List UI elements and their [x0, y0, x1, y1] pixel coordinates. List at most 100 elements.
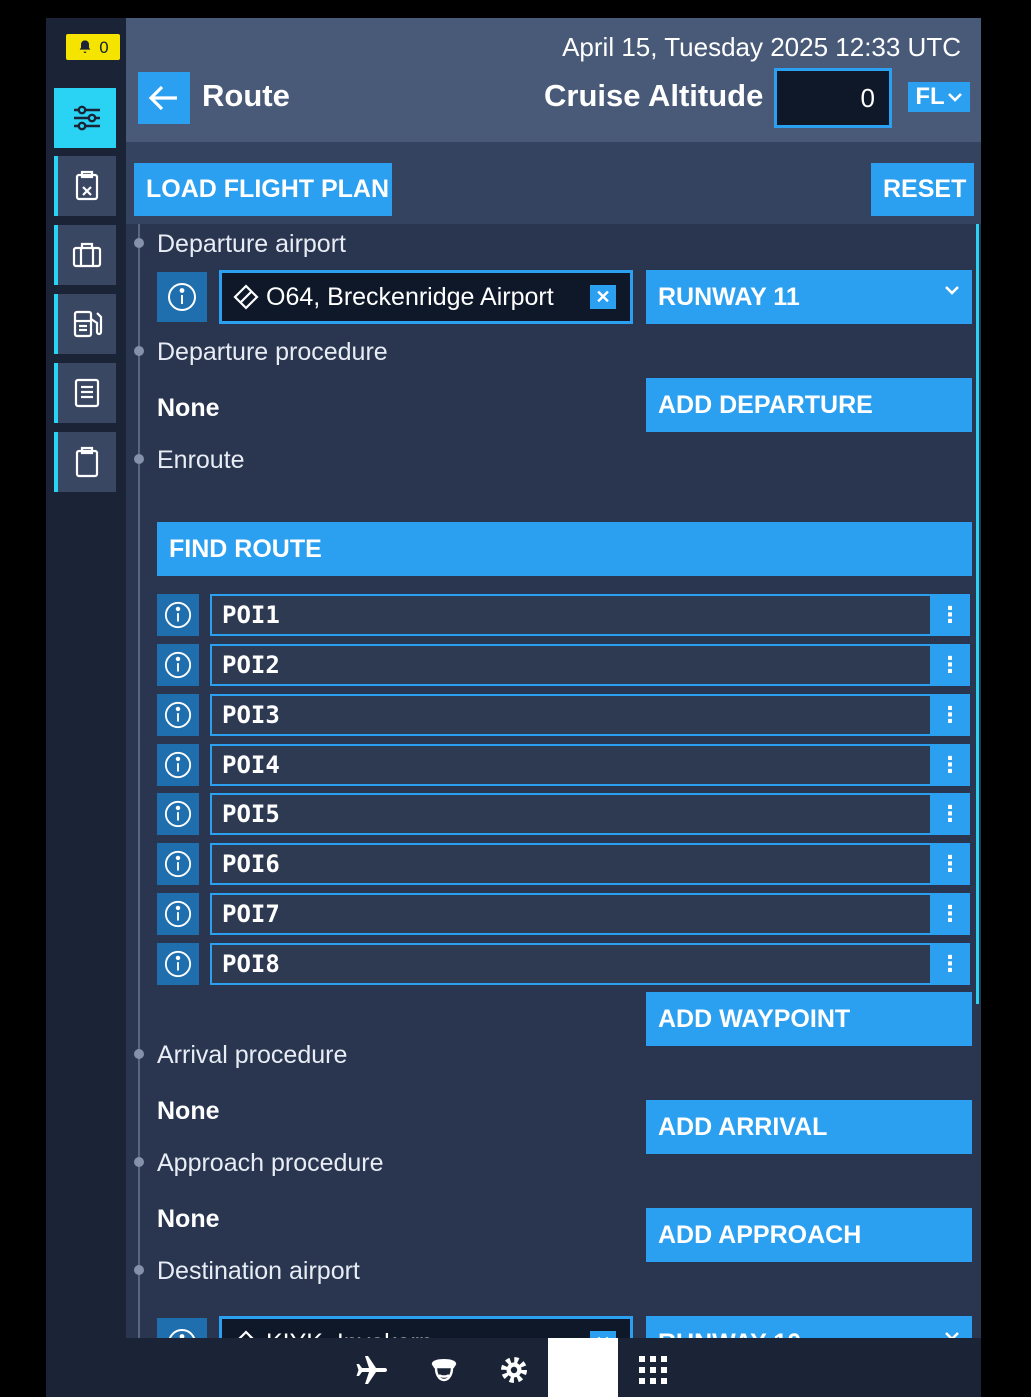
info-icon: [164, 950, 192, 978]
departure-info-button[interactable]: [157, 272, 207, 322]
sidebar-item-route-settings[interactable]: [54, 88, 116, 148]
add-waypoint-button[interactable]: ADD WAYPOINT: [646, 992, 972, 1046]
destination-airport-field[interactable]: KIYK, Inyokern ✕: [219, 1316, 633, 1338]
notification-badge[interactable]: 0: [66, 34, 120, 60]
datetime: April 15, Tuesday 2025 12:33 UTC: [562, 32, 961, 62]
timeline-dot: [134, 1157, 144, 1167]
clear-departure-button[interactable]: ✕: [590, 285, 616, 309]
waypoint-info-button[interactable]: [157, 694, 199, 736]
info-icon: [164, 751, 192, 779]
info-icon: [164, 701, 192, 729]
arrow-left-icon: [148, 85, 177, 111]
sidebar-item-fuel[interactable]: [54, 294, 116, 354]
waypoint-menu-button[interactable]: ⋮: [930, 744, 970, 786]
toolbar: LOAD FLIGHT PLAN RESET: [126, 142, 981, 224]
header: April 15, Tuesday 2025 12:33 UTC Route C…: [126, 18, 981, 142]
sidebar-item-checklist[interactable]: [54, 156, 116, 216]
airplane-icon: [356, 1356, 387, 1384]
info-icon: [168, 283, 196, 311]
document-icon: [74, 378, 100, 408]
notification-count: 0: [98, 37, 110, 57]
altitude-unit-select[interactable]: FL: [908, 82, 970, 112]
timeline-dot: [134, 1049, 144, 1059]
waypoint-menu-button[interactable]: ⋮: [930, 694, 970, 736]
waypoint-field[interactable]: POI6: [210, 843, 930, 885]
departure-procedure-value: None: [157, 394, 220, 422]
departure-runway-label: RUNWAY 11: [658, 282, 800, 311]
scrollbar[interactable]: [976, 224, 979, 1004]
clipboard-x-icon: [75, 170, 99, 201]
waypoint-info-button[interactable]: [157, 943, 199, 985]
cruise-altitude-label: Cruise Altitude: [544, 78, 764, 113]
gear-icon: [501, 1357, 527, 1383]
add-departure-button[interactable]: ADD DEPARTURE: [646, 378, 972, 432]
destination-info-button[interactable]: [157, 1318, 207, 1338]
chevron-down-icon: [945, 286, 959, 295]
waypoint-menu-button[interactable]: ⋮: [930, 893, 970, 935]
waypoint-info-button[interactable]: [157, 793, 199, 835]
pilot-button[interactable]: [424, 1350, 464, 1390]
altitude-unit-label: FL: [915, 83, 945, 110]
destination-runway-label: RUNWAY 10: [658, 1329, 801, 1339]
bottom-bar: [46, 1338, 981, 1397]
waypoint-menu-button[interactable]: ⋮: [930, 594, 970, 636]
clear-destination-button[interactable]: ✕: [590, 1331, 616, 1338]
airplane-button[interactable]: [352, 1350, 392, 1390]
timeline-line: [138, 224, 140, 1338]
add-arrival-button[interactable]: ADD ARRIVAL: [646, 1100, 972, 1154]
waypoint-field[interactable]: POI2: [210, 644, 930, 686]
departure-runway-select[interactable]: RUNWAY 11: [646, 270, 972, 324]
settings-button[interactable]: [494, 1350, 534, 1390]
cruise-altitude-input[interactable]: 0: [774, 68, 892, 128]
departure-airport-value: O64, Breckenridge Airport: [266, 282, 554, 311]
waypoint-info-button[interactable]: [157, 744, 199, 786]
waypoint-info-button[interactable]: [157, 594, 199, 636]
sidebar-item-payload[interactable]: [54, 225, 116, 285]
waypoint-field[interactable]: POI4: [210, 744, 930, 786]
destination-airport-label: Destination airport: [157, 1257, 360, 1285]
waypoint-info-button[interactable]: [157, 843, 199, 885]
waypoint-field[interactable]: POI1: [210, 594, 930, 636]
page-title: Route: [202, 78, 290, 113]
departure-procedure-label: Departure procedure: [157, 338, 388, 366]
sidebar-item-notes[interactable]: [54, 363, 116, 423]
back-button[interactable]: [138, 72, 190, 124]
waypoint-menu-button[interactable]: ⋮: [930, 943, 970, 985]
luggage-icon: [72, 242, 102, 268]
sliders-icon: [74, 105, 100, 131]
destination-runway-select[interactable]: RUNWAY 10: [646, 1316, 972, 1338]
chevron-down-icon: [947, 93, 962, 102]
sidebar-item-clipboard[interactable]: [54, 432, 116, 492]
waypoint-field[interactable]: POI3: [210, 694, 930, 736]
load-flight-plan-button[interactable]: LOAD FLIGHT PLAN: [134, 163, 392, 216]
timeline-dot: [134, 1265, 144, 1275]
find-route-button[interactable]: FIND ROUTE: [157, 522, 972, 576]
departure-airport-label: Departure airport: [157, 230, 346, 258]
waypoint-menu-button[interactable]: ⋮: [930, 843, 970, 885]
timeline-dot: [134, 238, 144, 248]
pilot-icon: [431, 1359, 457, 1382]
apps-grid-icon: [639, 1356, 667, 1384]
waypoint-info-button[interactable]: [157, 893, 199, 935]
add-approach-button[interactable]: ADD APPROACH: [646, 1208, 972, 1262]
waypoint-info-button[interactable]: [157, 644, 199, 686]
timeline-dot: [134, 346, 144, 356]
info-icon: [164, 651, 192, 679]
waypoint-field[interactable]: POI7: [210, 893, 930, 935]
chevron-down-icon: [945, 1332, 959, 1338]
waypoint-menu-button[interactable]: ⋮: [930, 644, 970, 686]
waypoint-field[interactable]: POI8: [210, 943, 930, 985]
enroute-label: Enroute: [157, 446, 245, 474]
active-tab-indicator[interactable]: [548, 1338, 618, 1397]
apps-button[interactable]: [633, 1350, 673, 1390]
info-icon: [164, 850, 192, 878]
left-rail: 0: [46, 18, 126, 1338]
waypoint-field[interactable]: POI5: [210, 793, 930, 835]
reset-button[interactable]: RESET: [871, 163, 974, 216]
approach-procedure-label: Approach procedure: [157, 1149, 384, 1177]
efb-tablet: 0 April 15, Tuesday 2025 12:33 UTC Route…: [46, 18, 981, 1397]
info-icon: [164, 900, 192, 928]
departure-airport-field[interactable]: O64, Breckenridge Airport ✕: [219, 270, 633, 324]
approach-procedure-value: None: [157, 1205, 220, 1233]
waypoint-menu-button[interactable]: ⋮: [930, 793, 970, 835]
